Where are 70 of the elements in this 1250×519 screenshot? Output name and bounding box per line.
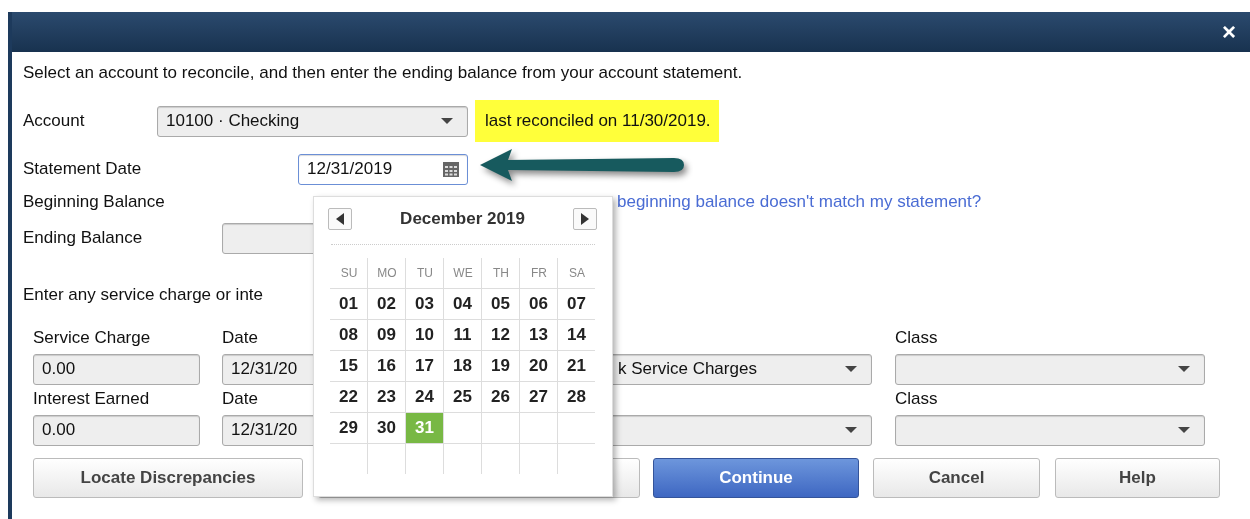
calendar-day[interactable]: 12 (482, 320, 519, 350)
calendar-day[interactable]: 28 (558, 382, 595, 412)
calendar-day[interactable]: 27 (520, 382, 557, 412)
help-link[interactable]: beginning balance doesn't match my statement? (617, 192, 982, 212)
statement-date-field[interactable]: 12/31/2019 (298, 153, 468, 185)
calendar-day[interactable]: 01 (330, 289, 367, 319)
account-dropdown[interactable]: 10100 · Checking (157, 105, 468, 137)
calendar-day[interactable]: 15 (330, 351, 367, 381)
weekday-label: TU (416, 265, 434, 282)
class-label: Class (895, 328, 938, 348)
instruction-text: Select an account to reconcile, and then enter the ending balance from your account statement. (23, 63, 743, 82)
weekday-label: TH (492, 265, 510, 282)
calendar-day[interactable]: 11 (444, 320, 481, 350)
previous-month-button[interactable] (328, 208, 352, 230)
weekday-label: WE (452, 265, 474, 282)
weekday-label: SA (568, 265, 586, 282)
charges-instruction: Enter any service charge or inte (23, 285, 263, 304)
weekday-label: MO (376, 265, 398, 282)
calendar-day[interactable]: 05 (482, 289, 519, 319)
class-label: Class (895, 389, 938, 409)
ending-balance-label: Ending Balance (23, 228, 144, 248)
calendar-day[interactable]: 03 (406, 289, 443, 319)
calendar-day[interactable]: 19 (482, 351, 519, 381)
dropdown-caret-icon (845, 427, 857, 433)
date-label: Date (222, 389, 258, 408)
calendar-day[interactable]: 06 (520, 289, 557, 319)
right-triangle-icon (581, 213, 589, 225)
dropdown-caret-icon (1178, 427, 1190, 433)
next-month-button[interactable] (573, 208, 597, 230)
calendar-day[interactable]: 04 (444, 289, 481, 319)
calendar-day[interactable]: 24 (406, 382, 443, 412)
last-reconciled-note: last reconciled on 11/30/2019. (475, 100, 719, 142)
date-label: Date (222, 328, 258, 347)
calendar-day[interactable]: 21 (558, 351, 595, 381)
close-button[interactable]: × (1222, 20, 1236, 44)
calendar-day[interactable]: 02 (368, 289, 405, 319)
calendar-day[interactable]: 30 (368, 413, 405, 443)
calendar-day[interactable]: 14 (558, 320, 595, 350)
calendar-day[interactable]: 26 (482, 382, 519, 412)
weekday-label: SU (339, 265, 359, 282)
dropdown-caret-icon (845, 366, 857, 372)
calendar-day[interactable]: 22 (330, 382, 367, 412)
left-triangle-icon (336, 213, 344, 225)
dialog-button[interactable]: Help (1055, 458, 1220, 498)
dropdown-caret-icon (441, 118, 453, 124)
calendar-day[interactable]: 09 (368, 320, 405, 350)
calendar-day[interactable]: 13 (520, 320, 557, 350)
calendar-day[interactable]: 29 (330, 413, 367, 443)
calendar-day[interactable]: 08 (330, 320, 367, 350)
calendar-day[interactable]: 23 (368, 382, 405, 412)
weekday-label: FR (530, 265, 548, 282)
continue-button[interactable]: Continue (653, 458, 859, 498)
beginning-balance-label: Beginning Balance (23, 192, 166, 212)
charge-label: Interest Earned (33, 389, 150, 408)
calendar-icon[interactable] (443, 161, 459, 177)
month-title: December 2019 (400, 209, 525, 229)
dropdown-caret-icon (1178, 366, 1190, 372)
account-label: Account (23, 111, 86, 131)
dialog-button[interactable]: Locate Discrepancies (33, 458, 303, 498)
calendar-day[interactable]: 16 (368, 351, 405, 381)
calendar-day[interactable]: 25 (444, 382, 481, 412)
charge-label: Service Charge (33, 328, 151, 347)
statement-date-label: Statement Date (23, 159, 143, 179)
calendar-day[interactable]: 07 (558, 289, 595, 319)
amount-field[interactable]: 0.00 (33, 353, 200, 385)
calendar-day[interactable]: 18 (444, 351, 481, 381)
dialog-button[interactable]: Cancel (873, 458, 1040, 498)
amount-field[interactable]: 0.00 (33, 414, 200, 446)
calendar-day[interactable]: 20 (520, 351, 557, 381)
calendar-day[interactable]: 10 (406, 320, 443, 350)
